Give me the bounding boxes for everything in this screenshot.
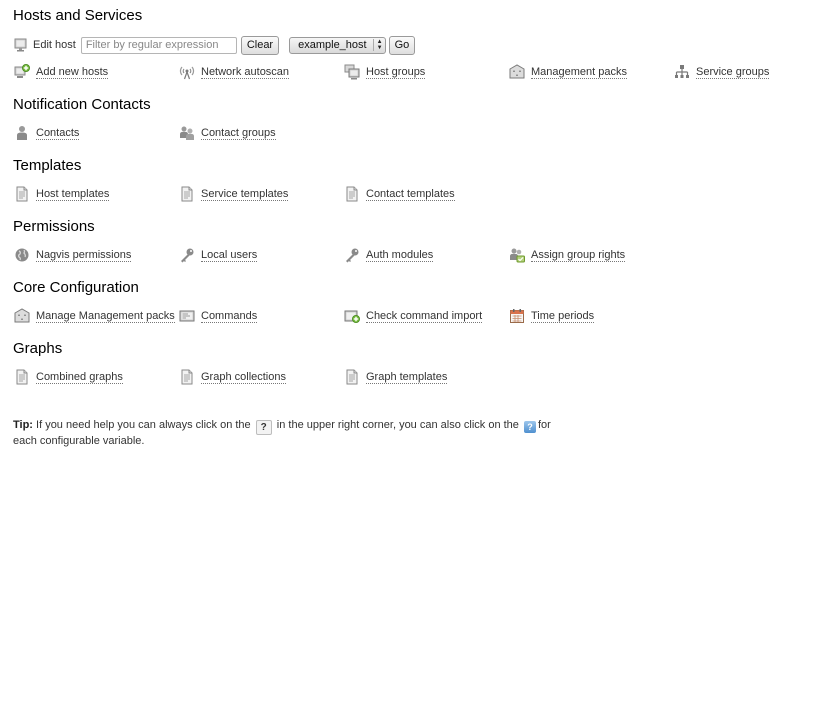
person-icon <box>14 125 30 141</box>
link-label[interactable]: Time periods <box>531 310 595 323</box>
section-title-permissions: Permissions <box>13 218 95 235</box>
section-title-templates: Templates <box>13 157 82 174</box>
host-group-icon <box>344 64 360 80</box>
host-select-value: example_host <box>298 39 367 51</box>
calendar-icon <box>509 308 525 324</box>
link-nagvis-permissions[interactable]: Nagvis permissions <box>13 247 132 263</box>
globe-icon <box>14 247 30 263</box>
link-service-templates[interactable]: Service templates <box>178 186 289 202</box>
link-manage-management-packs[interactable]: Manage Management packs <box>13 308 175 324</box>
link-label[interactable]: Add new hosts <box>36 66 109 79</box>
link-auth-modules[interactable]: Auth modules <box>343 247 434 263</box>
info-help-icon: ? <box>523 421 536 433</box>
link-label[interactable]: Graph collections <box>201 371 286 384</box>
link-service-groups[interactable]: Service groups <box>673 64 770 80</box>
link-label[interactable]: Management packs <box>531 66 627 79</box>
management-pack-icon <box>509 64 525 80</box>
link-label[interactable]: Network autoscan <box>201 66 290 79</box>
people-icon <box>179 125 195 141</box>
link-contact-templates[interactable]: Contact templates <box>343 186 455 202</box>
go-button[interactable]: Go <box>388 35 416 55</box>
link-label[interactable]: Auth modules <box>366 249 434 262</box>
host-filter-input[interactable] <box>80 36 237 54</box>
link-graph-collections[interactable]: Graph collections <box>178 369 286 385</box>
link-check-command-import[interactable]: Check command import <box>343 308 483 324</box>
link-label[interactable]: Host groups <box>366 66 426 79</box>
link-host-groups[interactable]: Host groups <box>343 64 426 80</box>
link-label[interactable]: Contact groups <box>201 127 276 140</box>
link-label[interactable]: Assign group rights <box>531 249 626 262</box>
link-assign-group-rights[interactable]: Assign group rights <box>508 247 626 263</box>
link-graph-templates[interactable]: Graph templates <box>343 369 448 385</box>
tip-text: Tip: If you need help you can always cli… <box>13 419 553 447</box>
link-label[interactable]: Graph templates <box>366 371 448 384</box>
edit-host-bar: Edit host Clear example_host ▲▼ Go <box>13 35 416 55</box>
link-contacts[interactable]: Contacts <box>13 125 80 141</box>
key-icon <box>344 247 360 263</box>
link-add-new-hosts[interactable]: Add new hosts <box>13 64 109 80</box>
monitor-icon <box>13 37 29 53</box>
management-pack-icon <box>14 308 30 324</box>
document-icon <box>344 186 360 202</box>
group-rights-icon <box>509 247 525 263</box>
link-label[interactable]: Manage Management packs <box>36 310 175 323</box>
import-icon <box>344 308 360 324</box>
link-management-packs[interactable]: Management packs <box>508 64 627 80</box>
section-title-notification-contacts: Notification Contacts <box>13 96 151 113</box>
link-combined-graphs[interactable]: Combined graphs <box>13 369 123 385</box>
key-icon <box>179 247 195 263</box>
link-label[interactable]: Service groups <box>696 66 770 79</box>
document-icon <box>14 369 30 385</box>
link-label[interactable]: Contact templates <box>366 188 455 201</box>
link-label[interactable]: Nagvis permissions <box>36 249 132 262</box>
antenna-icon <box>179 64 195 80</box>
help-question-icon: ? <box>255 420 272 435</box>
link-commands[interactable]: Commands <box>178 308 258 324</box>
host-select[interactable]: example_host ▲ ▼ <box>289 36 386 54</box>
document-icon <box>179 186 195 202</box>
terminal-icon <box>179 308 195 324</box>
document-icon <box>344 369 360 385</box>
link-label[interactable]: Host templates <box>36 188 110 201</box>
edit-host-label: Edit host <box>33 39 76 51</box>
section-title-core-configuration: Core Configuration <box>13 279 139 296</box>
tip-text-part-1: If you need help you can always click on… <box>32 419 254 431</box>
clear-button[interactable]: Clear <box>240 35 280 55</box>
section-title-graphs: Graphs <box>13 340 63 357</box>
section-title-hosts-and-services: Hosts and Services <box>13 7 143 24</box>
link-label[interactable]: Service templates <box>201 188 289 201</box>
tip-text-part-2: in the upper right corner, you can also … <box>273 419 522 431</box>
tip-prefix: Tip: <box>13 419 33 431</box>
document-icon <box>14 186 30 202</box>
link-label[interactable]: Commands <box>201 310 258 323</box>
select-arrows-icon: ▲ ▼ <box>372 39 383 51</box>
link-local-users[interactable]: Local users <box>178 247 258 263</box>
link-time-periods[interactable]: Time periods <box>508 308 595 324</box>
document-icon <box>179 369 195 385</box>
link-label[interactable]: Local users <box>201 249 258 262</box>
link-label[interactable]: Check command import <box>366 310 483 323</box>
link-label[interactable]: Contacts <box>36 127 80 140</box>
link-network-autoscan[interactable]: Network autoscan <box>178 64 290 80</box>
link-contact-groups[interactable]: Contact groups <box>178 125 276 141</box>
service-tree-icon <box>674 64 690 80</box>
link-label[interactable]: Combined graphs <box>36 371 123 384</box>
add-host-icon <box>14 64 30 80</box>
link-host-templates[interactable]: Host templates <box>13 186 110 202</box>
